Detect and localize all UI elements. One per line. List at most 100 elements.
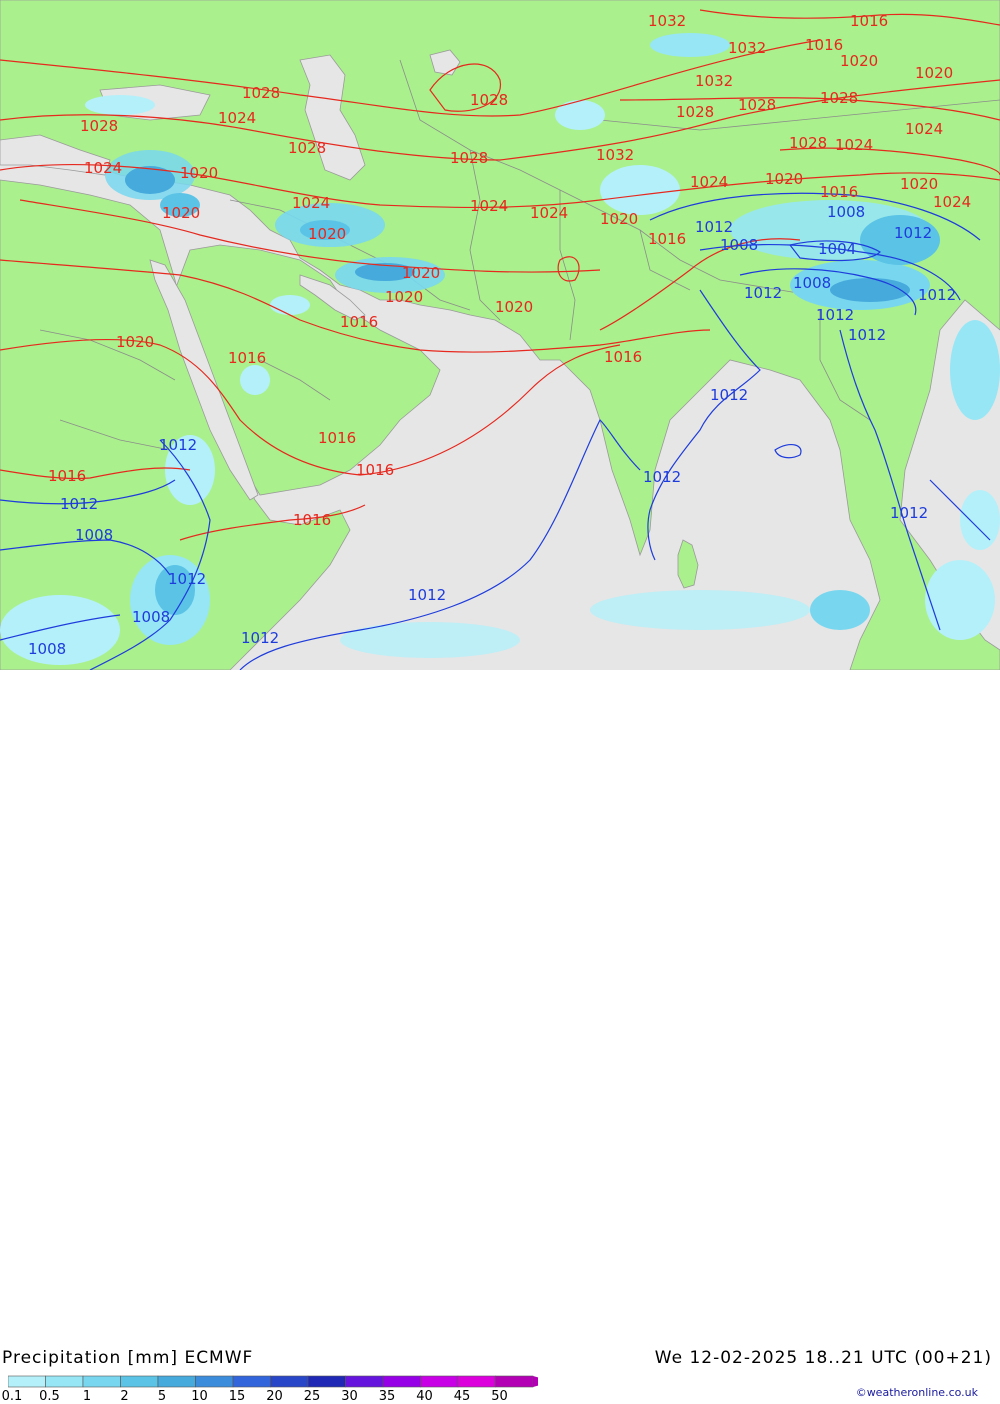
isobar-label: 1016 xyxy=(48,467,86,485)
legend-label: 45 xyxy=(453,1389,471,1404)
legend-label: 50 xyxy=(491,1389,508,1404)
isobar-label: 1024 xyxy=(933,193,971,211)
isobar-label: 1024 xyxy=(835,136,873,154)
isobar-label: 1012 xyxy=(918,286,956,304)
isobar-label: 1008 xyxy=(793,274,831,292)
isobar-label: 1028 xyxy=(738,96,776,114)
isobar-label: 1032 xyxy=(695,72,733,90)
isobar-label: 1024 xyxy=(530,204,568,222)
isobar-label: 1012 xyxy=(643,468,681,486)
legend-label: 15 xyxy=(228,1389,246,1404)
isobar-label: 1020 xyxy=(495,298,533,316)
legend-swatch xyxy=(495,1375,534,1388)
isobar-label: 1016 xyxy=(604,348,642,366)
isobar-label: 1012 xyxy=(816,306,854,324)
isobar-label: 1020 xyxy=(840,52,878,70)
legend-swatch xyxy=(420,1375,459,1388)
legend-swatch xyxy=(457,1375,496,1388)
isobar-label: 1008 xyxy=(75,526,113,544)
legend-label: 0.5 xyxy=(39,1389,60,1404)
isobar-label: 1024 xyxy=(690,173,728,191)
legend-label: 40 xyxy=(416,1389,433,1404)
isobar-label: 1028 xyxy=(820,89,858,107)
isobar-label: 1020 xyxy=(915,64,953,82)
color-legend xyxy=(8,1375,538,1388)
isobar-label: 1032 xyxy=(596,146,634,164)
isobar-label: 1008 xyxy=(720,236,758,254)
legend-label: 20 xyxy=(266,1389,283,1404)
isobar-label: 1016 xyxy=(648,230,686,248)
isobar-label: 1016 xyxy=(318,429,356,447)
legend-swatch xyxy=(345,1375,384,1388)
isobar-label: 1028 xyxy=(288,139,326,157)
isobar-label: 1028 xyxy=(789,134,827,152)
isobar-label: 1008 xyxy=(827,203,865,221)
legend-swatch xyxy=(382,1375,421,1388)
isobar-label: 1016 xyxy=(228,349,266,367)
legend-swatch xyxy=(270,1375,309,1388)
legend-label: 35 xyxy=(378,1389,396,1404)
isobar-label: 1012 xyxy=(159,436,197,454)
isobar-label: 1012 xyxy=(890,504,928,522)
isobar-label: 1012 xyxy=(60,495,98,513)
isobar-label: 1024 xyxy=(905,120,943,138)
isobar-label: 1020 xyxy=(600,210,638,228)
legend-swatch xyxy=(232,1375,271,1388)
isobar-label: 1024 xyxy=(292,194,330,212)
isobar-label: 1004 xyxy=(818,240,856,258)
isobar-label: 1012 xyxy=(168,570,206,588)
isobar-label: 1028 xyxy=(80,117,118,135)
legend-swatch xyxy=(157,1375,196,1388)
isobar-label: 1020 xyxy=(116,333,154,351)
map-title: Precipitation [mm] ECMWF xyxy=(2,1348,254,1368)
legend-label: 2 xyxy=(120,1389,129,1404)
isobar-label: 1020 xyxy=(385,288,423,306)
legend-arrow xyxy=(533,1376,538,1387)
isobar-label: 1016 xyxy=(850,12,888,30)
isobar-label: 1012 xyxy=(894,224,932,242)
isobar-label: 1032 xyxy=(648,12,686,30)
isobar-label: 1012 xyxy=(848,326,886,344)
legend-swatch xyxy=(307,1375,346,1388)
legend-swatch xyxy=(195,1375,234,1388)
footer: Precipitation [mm] ECMWF We 12-02-2025 1… xyxy=(0,670,1000,1404)
isobar-label: 1028 xyxy=(450,149,488,167)
isobar-label: 1016 xyxy=(340,313,378,331)
isobar-label: 1016 xyxy=(356,461,394,479)
credit[interactable]: ©weatheronline.co.uk xyxy=(856,1386,978,1399)
legend-swatch xyxy=(120,1375,159,1388)
isobar-label: 1012 xyxy=(744,284,782,302)
isobar-label: 1016 xyxy=(293,511,331,529)
isobar-label: 1024 xyxy=(218,109,256,127)
legend-label: 30 xyxy=(341,1389,358,1404)
isobar-label: 1020 xyxy=(765,170,803,188)
isobar-label: 1032 xyxy=(728,39,766,57)
legend-swatch xyxy=(45,1375,84,1388)
isobar-label: 1020 xyxy=(162,204,200,222)
legend-label: 1 xyxy=(82,1389,92,1404)
isobar-label: 1028 xyxy=(676,103,714,121)
isobar-label: 1008 xyxy=(132,608,170,626)
isobar-label: 1016 xyxy=(805,36,843,54)
isobar-label: 1020 xyxy=(900,175,938,193)
legend-label: 5 xyxy=(157,1389,167,1404)
isobar-label: 1020 xyxy=(308,225,346,243)
legend-label: 10 xyxy=(191,1389,208,1404)
isobar-label: 1012 xyxy=(241,629,279,647)
isobar-label: 1020 xyxy=(180,164,218,182)
valid-time: We 12-02-2025 18..21 UTC (00+21) xyxy=(654,1348,992,1368)
weather-map: 1032 1016 1032 1016 1020 1020 1028 1032 … xyxy=(0,0,1000,670)
legend-label: 25 xyxy=(303,1389,321,1404)
isobar-label: 1028 xyxy=(470,91,508,109)
isobar-label: 1008 xyxy=(28,640,66,658)
isobar-label: 1028 xyxy=(242,84,280,102)
legend-swatch xyxy=(82,1375,121,1388)
isobar-label: 1012 xyxy=(695,218,733,236)
isobar-label: 1016 xyxy=(820,183,858,201)
legend-label: 0.1 xyxy=(1,1389,23,1404)
isobar-label: 1012 xyxy=(408,586,446,604)
isobar-label: 1024 xyxy=(84,159,122,177)
isobar-label: 1020 xyxy=(402,264,440,282)
isobar-label: 1012 xyxy=(710,386,748,404)
legend-swatch xyxy=(8,1375,46,1388)
